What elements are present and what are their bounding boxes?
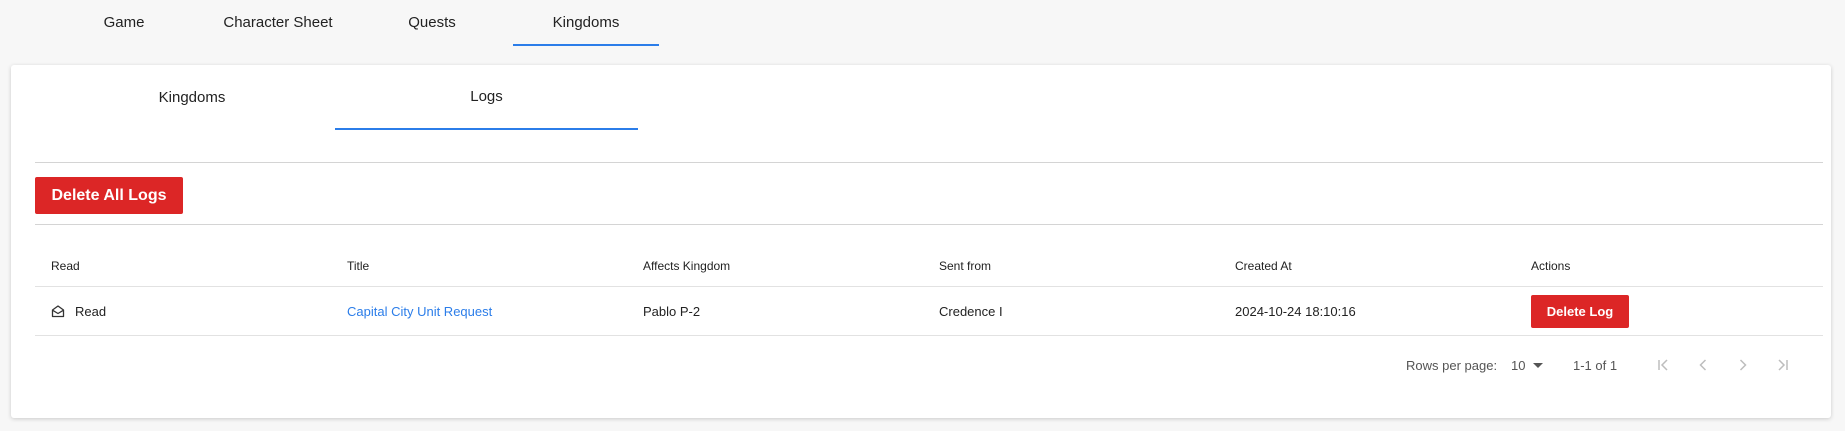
sent-from-cell: Credence I: [939, 303, 1003, 319]
delete-log-button[interactable]: Delete Log: [1531, 294, 1629, 328]
column-header-affects-kingdom: Affects Kingdom: [643, 259, 731, 273]
envelope-open-icon: [51, 304, 65, 318]
table-header: Read Title Affects Kingdom Sent from Cre…: [35, 246, 1823, 287]
chevron-down-icon: [1533, 362, 1544, 368]
rows-per-page-value: 10: [1511, 357, 1526, 373]
column-header-sent-from: Sent from: [939, 259, 992, 273]
subtab-kingdoms[interactable]: Kingdoms: [35, 65, 349, 129]
table-row: Read Capital City Unit Request Pablo P-2…: [35, 287, 1823, 336]
rows-per-page-label: Rows per page:: [1406, 357, 1498, 373]
column-header-title: Title: [347, 259, 370, 273]
divider: [35, 224, 1823, 225]
actions-cell: Delete Log: [1531, 287, 1629, 335]
pagination: Rows per page: 10 1-1 of 1: [11, 348, 1831, 382]
next-page-icon[interactable]: [1731, 353, 1755, 377]
tab-quests[interactable]: Quests: [392, 0, 472, 44]
previous-page-icon[interactable]: [1691, 353, 1715, 377]
affects-kingdom-cell: Pablo P-2: [643, 303, 701, 319]
kingdom-logs-card: Kingdoms Logs Delete All Logs Read Title…: [11, 65, 1831, 418]
created-at-cell: 2024-10-24 18:10:16: [1235, 303, 1356, 319]
tab-kingdoms[interactable]: Kingdoms: [513, 0, 659, 46]
tab-game[interactable]: Game: [86, 0, 162, 44]
column-header-created-at: Created At: [1235, 259, 1292, 273]
column-header-read: Read: [51, 259, 80, 273]
divider: [35, 162, 1823, 163]
log-title-link[interactable]: Capital City Unit Request: [347, 304, 492, 319]
first-page-icon[interactable]: [1651, 353, 1675, 377]
last-page-icon[interactable]: [1771, 353, 1795, 377]
column-header-actions: Actions: [1531, 259, 1571, 273]
rows-per-page-select[interactable]: 10: [1511, 348, 1544, 382]
delete-all-logs-button[interactable]: Delete All Logs: [35, 177, 183, 214]
read-status-cell: Read: [51, 287, 106, 335]
subtab-logs[interactable]: Logs: [335, 65, 638, 130]
pagination-range: 1-1 of 1: [1573, 357, 1618, 373]
tab-character-sheet[interactable]: Character Sheet: [212, 0, 344, 44]
read-status-label: Read: [75, 303, 107, 319]
